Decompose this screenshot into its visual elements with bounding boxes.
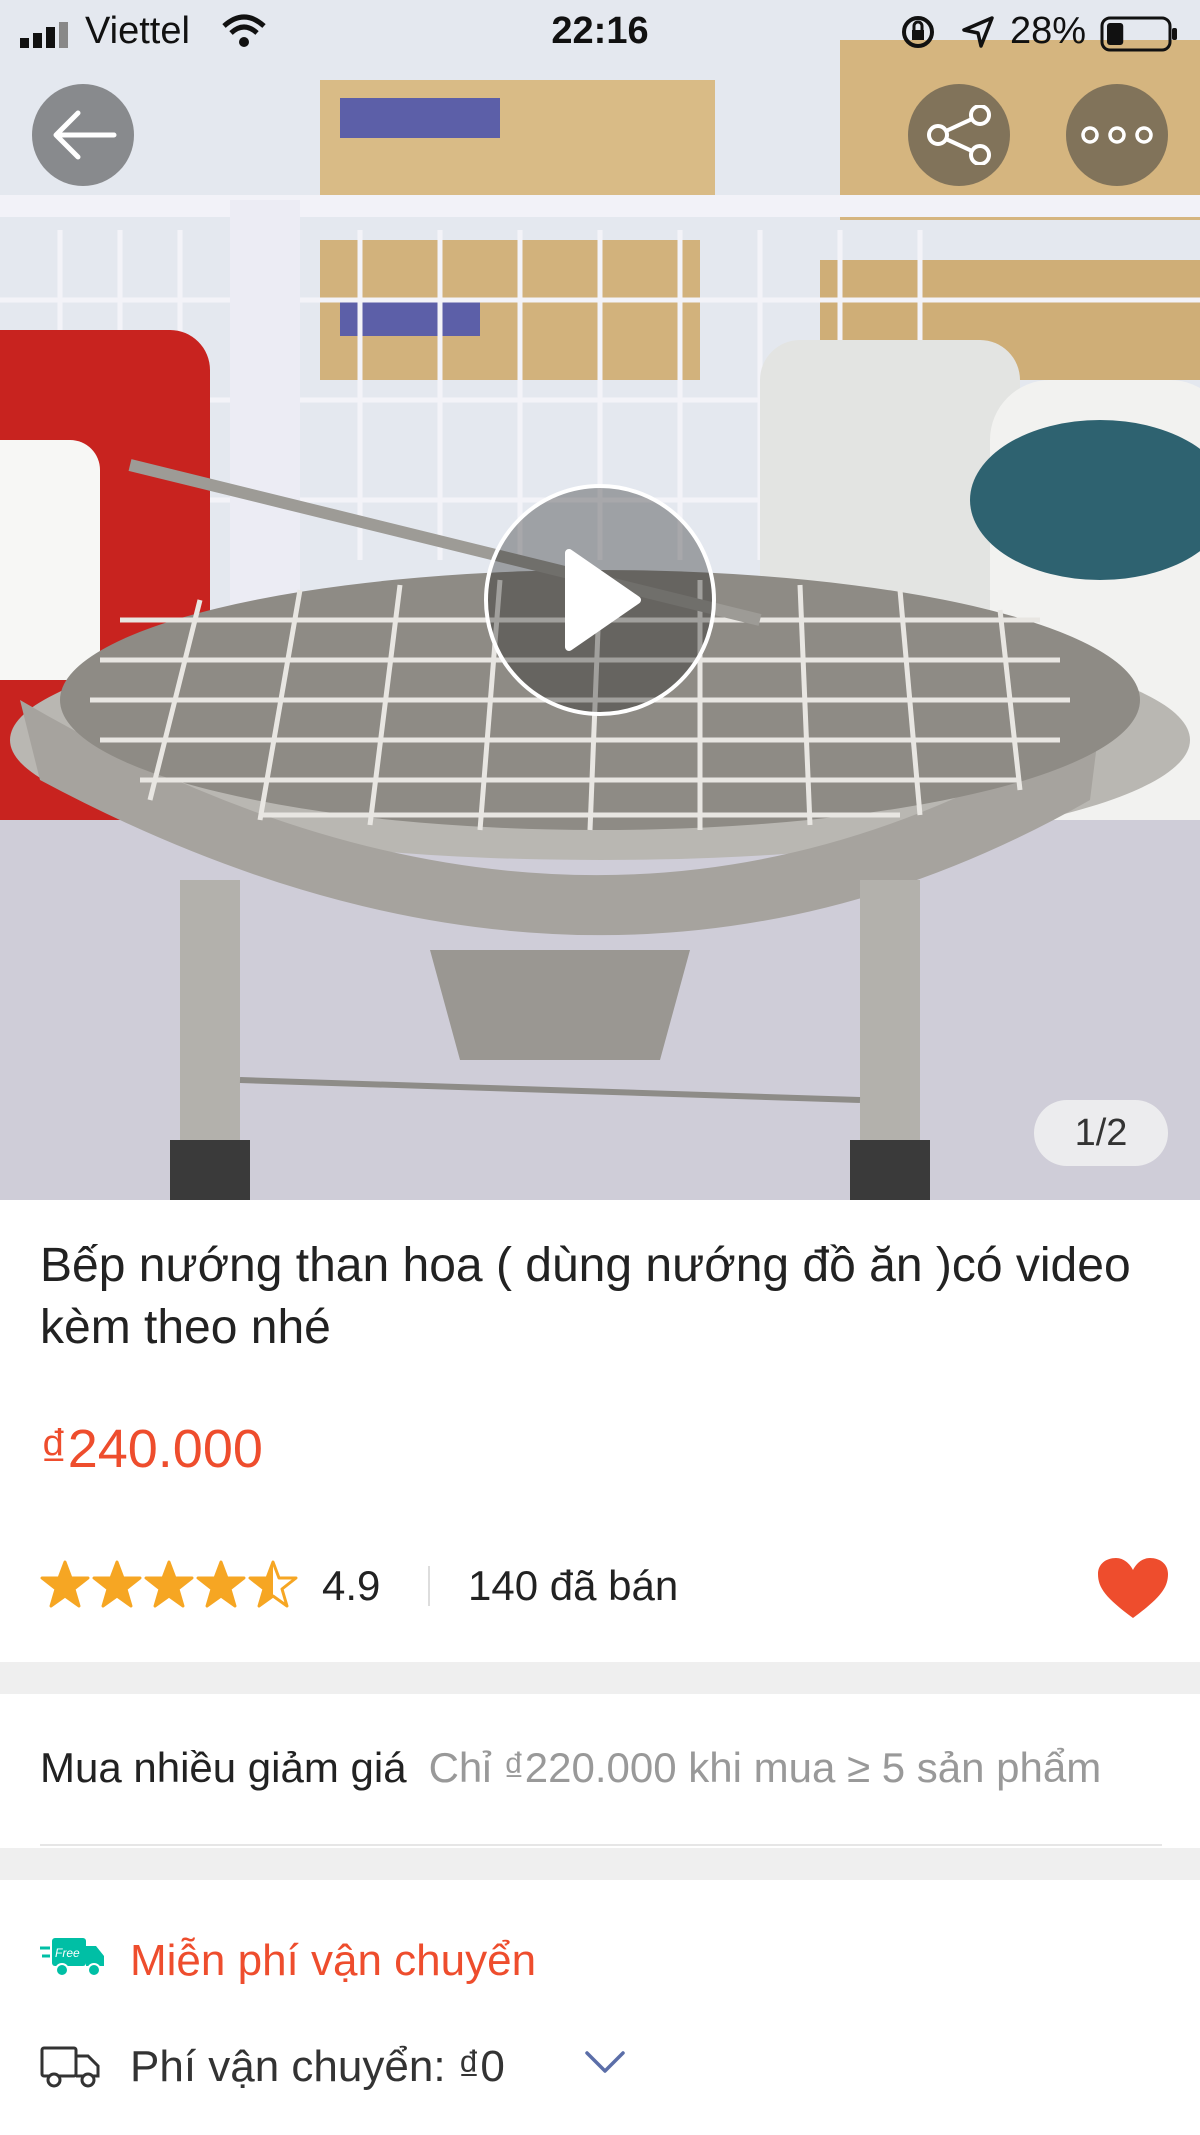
star-full-icon: [144, 1560, 194, 1608]
rotation-lock-icon: [902, 16, 934, 48]
back-button[interactable]: [32, 84, 134, 186]
rating-stars: [40, 1560, 300, 1610]
section-separator: [0, 1848, 1200, 1880]
bulk-discount-label: Mua nhiều giảm giá: [40, 1744, 407, 1791]
rating-value: 4.9: [322, 1562, 381, 1609]
row-divider: [40, 1844, 1162, 1846]
star-half-icon: [248, 1560, 298, 1608]
rating-divider: [428, 1566, 430, 1606]
play-video-button[interactable]: [484, 484, 716, 716]
section-separator: [0, 1662, 1200, 1694]
image-page-indicator: 1/2: [1034, 1100, 1168, 1166]
bulk-discount-description: Chỉ ₫220.000 khi mua ≥ 5 sản phẩm: [428, 1744, 1102, 1791]
battery-percent: 28%: [1010, 10, 1087, 52]
location-icon: [962, 16, 994, 48]
more-options-button[interactable]: [1066, 84, 1168, 186]
star-full-icon: [40, 1560, 90, 1608]
share-icon: [927, 105, 991, 165]
free-shipping-label: Miễn phí vận chuyển: [130, 1936, 537, 1985]
status-bar: Viettel 22:16 28%: [0, 0, 1200, 66]
shipping-fee-row[interactable]: Phí vận chuyển: ₫0: [40, 2036, 1140, 2100]
more-dots-icon: [1081, 126, 1153, 144]
bulk-discount-row[interactable]: Mua nhiều giảm giá Chỉ ₫220.000 khi mua ≥…: [40, 1744, 1200, 1792]
product-price: ₫240.000: [40, 1419, 263, 1479]
star-full-icon: [92, 1560, 142, 1608]
arrow-left-icon: [53, 110, 117, 160]
truck-icon: [40, 2046, 100, 2088]
share-button[interactable]: [908, 84, 1010, 186]
product-title: Bếp nướng than hoa ( dùng nướng đồ ăn )c…: [40, 1239, 1131, 1354]
product-image-gallery[interactable]: Viettel 22:16 28% 1/2: [0, 0, 1200, 1200]
sold-count: 140 đã bán: [468, 1562, 679, 1609]
battery-icon: [1100, 16, 1177, 52]
shipping-fee-label: Phí vận chuyển: ₫0: [130, 2042, 505, 2091]
free-badge-text: Free: [55, 1946, 80, 1960]
free-shipping-truck-icon: Free: [40, 1938, 104, 1977]
star-full-icon: [196, 1560, 246, 1608]
heart-icon[interactable]: [1096, 1556, 1170, 1620]
rating-row: 4.9 140 đã bán: [40, 1556, 1170, 1618]
free-shipping-row: Free Miễn phí vận chuyển: [40, 1930, 1140, 1994]
chevron-down-icon[interactable]: [585, 2050, 625, 2074]
play-icon: [565, 549, 641, 651]
